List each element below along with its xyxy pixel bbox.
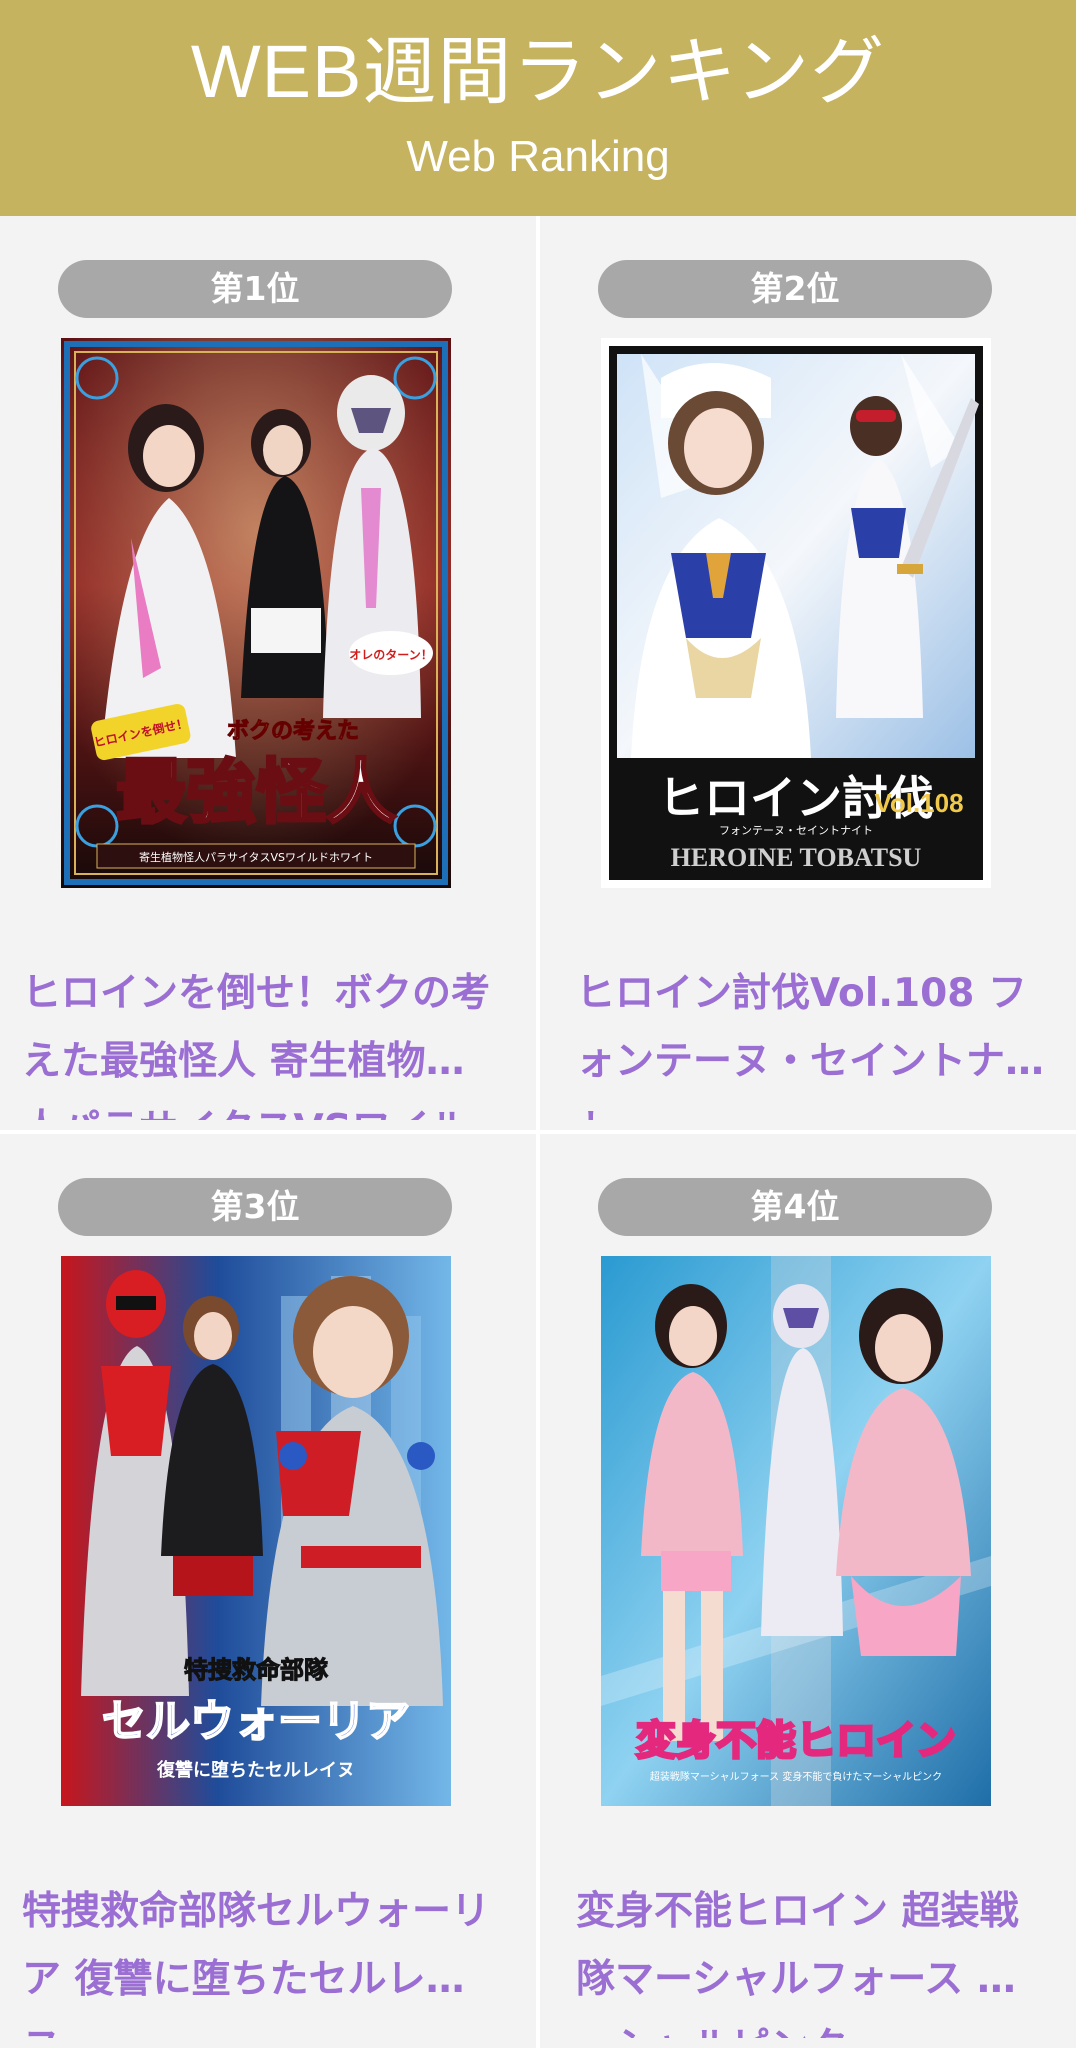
cover-sub-text: 復讐に堕ちたセルレイヌ	[156, 1759, 355, 1781]
cover-art: 特捜救命部隊 セルウォーリア 復讐に堕ちたセルレイヌ	[61, 1256, 451, 1806]
cover-sub-text: 寄生植物怪人パラサイタスVSワイルドホワイト	[139, 850, 373, 864]
product-cover-image[interactable]: ヒロイン討伐 Vol.108 フォンテーヌ・セイントナイト HEROINE TO…	[601, 338, 991, 888]
cover-main-text: 最強怪人	[116, 750, 396, 833]
rank-badge: 第1位	[58, 260, 452, 318]
cover-main-text: 変身不能ヒロイン	[636, 1718, 956, 1764]
ranking-card-1[interactable]: 第1位 オレのターン！ ヒロインを倒せ！ ボクの考えた 最強怪人 寄生植物怪人パ…	[0, 216, 536, 1130]
cover-bubble-text: オレのターン！	[349, 648, 432, 662]
ranking-grid: 第1位 オレのターン！ ヒロインを倒せ！ ボクの考えた 最強怪人 寄生植物怪人パ…	[0, 216, 1076, 2048]
product-cover-image[interactable]: 特捜救命部隊 セルウォーリア 復讐に堕ちたセルレイヌ	[61, 1256, 451, 1806]
cover-main-text: セルウォーリア	[102, 1696, 410, 1747]
cover-art: 変身不能ヒロイン 超装戦隊マーシャルフォース 変身不能で負けたマーシャルピンク	[601, 1256, 991, 1806]
ranking-card-4[interactable]: 第4位 変身不能ヒロイン 超装戦隊マーシャルフォース 変身不能で負けたマーシャル…	[540, 1134, 1076, 2048]
cover-vol-text: Vol.108	[874, 788, 963, 818]
cover-kicker-text: ボクの考えた	[227, 719, 359, 744]
product-title-link[interactable]: ヒロイン討伐Vol.108 フォンテーヌ・セイントナイト	[576, 960, 1050, 1120]
product-title-link[interactable]: 特捜救命部隊セルウォーリア 復讐に堕ちたセルレイヌ	[22, 1878, 496, 2038]
rank-badge: 第4位	[598, 1178, 992, 1236]
rank-badge: 第3位	[58, 1178, 452, 1236]
cover-sub-text: フォンテーヌ・セイントナイト	[719, 824, 873, 837]
cover-sub-text: 超装戦隊マーシャルフォース 変身不能で負けたマーシャルピンク	[650, 1770, 942, 1783]
cover-art: オレのターン！ ヒロインを倒せ！ ボクの考えた 最強怪人 寄生植物怪人パラサイタ…	[61, 338, 451, 888]
cover-kicker-text: 特捜救命部隊	[184, 1656, 329, 1684]
cover-art: ヒロイン討伐 Vol.108 フォンテーヌ・セイントナイト HEROINE TO…	[601, 338, 991, 888]
ranking-subtitle: Web Ranking	[406, 132, 670, 181]
product-title-link[interactable]: ヒロインを倒せ！ボクの考えた最強怪人 寄生植物怪人パラサイタスVSワイルドホワイ…	[22, 960, 496, 1120]
product-cover-image[interactable]: オレのターン！ ヒロインを倒せ！ ボクの考えた 最強怪人 寄生植物怪人パラサイタ…	[61, 338, 451, 888]
rank-badge: 第2位	[598, 260, 992, 318]
product-title-link[interactable]: 変身不能ヒロイン 超装戦隊マーシャルフォース マーシャルピンク	[576, 1878, 1050, 2038]
ranking-card-2[interactable]: 第2位 ヒロイン討伐 Vol.108 フォンテーヌ・セイントナイト HEROIN…	[540, 216, 1076, 1130]
product-cover-image[interactable]: 変身不能ヒロイン 超装戦隊マーシャルフォース 変身不能で負けたマーシャルピンク	[601, 1256, 991, 1806]
ranking-title: WEB週間ランキング	[190, 30, 886, 113]
ranking-card-3[interactable]: 第3位 特捜救命部隊 セルウォーリア 復讐に堕ちたセルレイヌ 特捜救命部隊セルウ…	[0, 1134, 536, 2048]
ranking-header: WEB週間ランキング Web Ranking	[0, 0, 1076, 216]
cover-latin-text: HEROINE TOBATSU	[671, 843, 922, 872]
